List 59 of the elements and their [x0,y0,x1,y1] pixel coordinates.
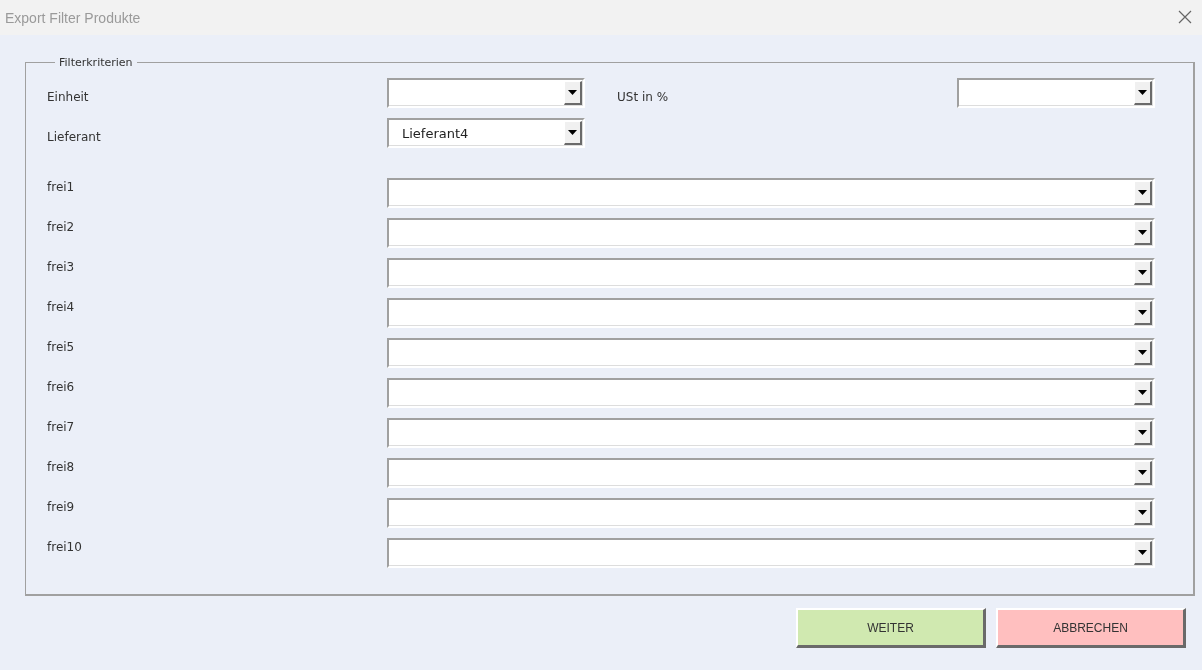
dropdown-button[interactable] [1134,261,1152,285]
action-button[interactable]: ABBRECHEN [996,608,1186,648]
field-label: frei10 [47,539,83,554]
dropdown-button[interactable] [564,121,582,145]
dropdown-arrow-icon [568,130,577,135]
dropdown-button[interactable] [1134,221,1152,245]
field-label: frei2 [47,219,76,234]
dropdown-button[interactable] [1134,541,1152,565]
dropdown-arrow-icon [1138,90,1147,95]
dropdown-field[interactable] [387,338,1155,368]
group-title: Filterkriterien [58,56,134,69]
field-label: frei7 [47,419,76,434]
dropdown-arrow-icon [1138,550,1147,555]
dropdown-button[interactable] [1134,341,1152,365]
dropdown-arrow-icon [568,90,577,95]
dropdown-field[interactable] [387,178,1155,208]
dropdown-field[interactable] [387,458,1155,488]
field-label: frei5 [47,339,76,354]
dropdown-button[interactable] [1134,501,1152,525]
dropdown-field[interactable] [957,78,1155,108]
dropdown-arrow-icon [1138,390,1147,395]
dropdown-field[interactable]: Lieferant4 [387,118,585,148]
dropdown-field[interactable] [387,498,1155,528]
field-label: frei6 [47,379,76,394]
field-label: frei1 [47,179,76,194]
dropdown-arrow-icon [1138,510,1147,515]
dropdown-arrow-icon [1138,270,1147,275]
field-label: frei4 [47,299,76,314]
window-title: Export Filter Produkte [5,9,141,26]
dropdown-arrow-icon [1138,230,1147,235]
dropdown-button[interactable] [1134,461,1152,485]
field-label: frei9 [47,499,76,514]
dropdown-field[interactable] [387,418,1155,448]
field-label: USt in % [617,89,670,104]
dropdown-button[interactable] [564,81,582,105]
dropdown-arrow-icon [1138,310,1147,315]
dropdown-arrow-icon [1138,430,1147,435]
dropdown-button[interactable] [1134,301,1152,325]
field-label: Einheit [47,89,90,104]
close-icon [1178,9,1192,24]
dropdown-arrow-icon [1138,190,1147,195]
dropdown-button[interactable] [1134,421,1152,445]
dropdown-button[interactable] [1134,81,1152,105]
dropdown-field[interactable] [387,218,1155,248]
dropdown-button[interactable] [1134,181,1152,205]
action-button[interactable]: WEITER [796,608,986,648]
dropdown-field[interactable] [387,538,1155,568]
dropdown-field[interactable] [387,298,1155,328]
dropdown-button[interactable] [1134,381,1152,405]
field-label: frei8 [47,459,76,474]
dropdown-field[interactable] [387,378,1155,408]
field-label: frei3 [47,259,76,274]
dropdown-field[interactable] [387,258,1155,288]
dropdown-arrow-icon [1138,470,1147,475]
dropdown-field[interactable] [387,78,585,108]
field-label: Lieferant [47,129,102,144]
close-button[interactable] [1178,9,1194,26]
dropdown-arrow-icon [1138,350,1147,355]
dropdown-value: Lieferant4 [401,125,470,141]
